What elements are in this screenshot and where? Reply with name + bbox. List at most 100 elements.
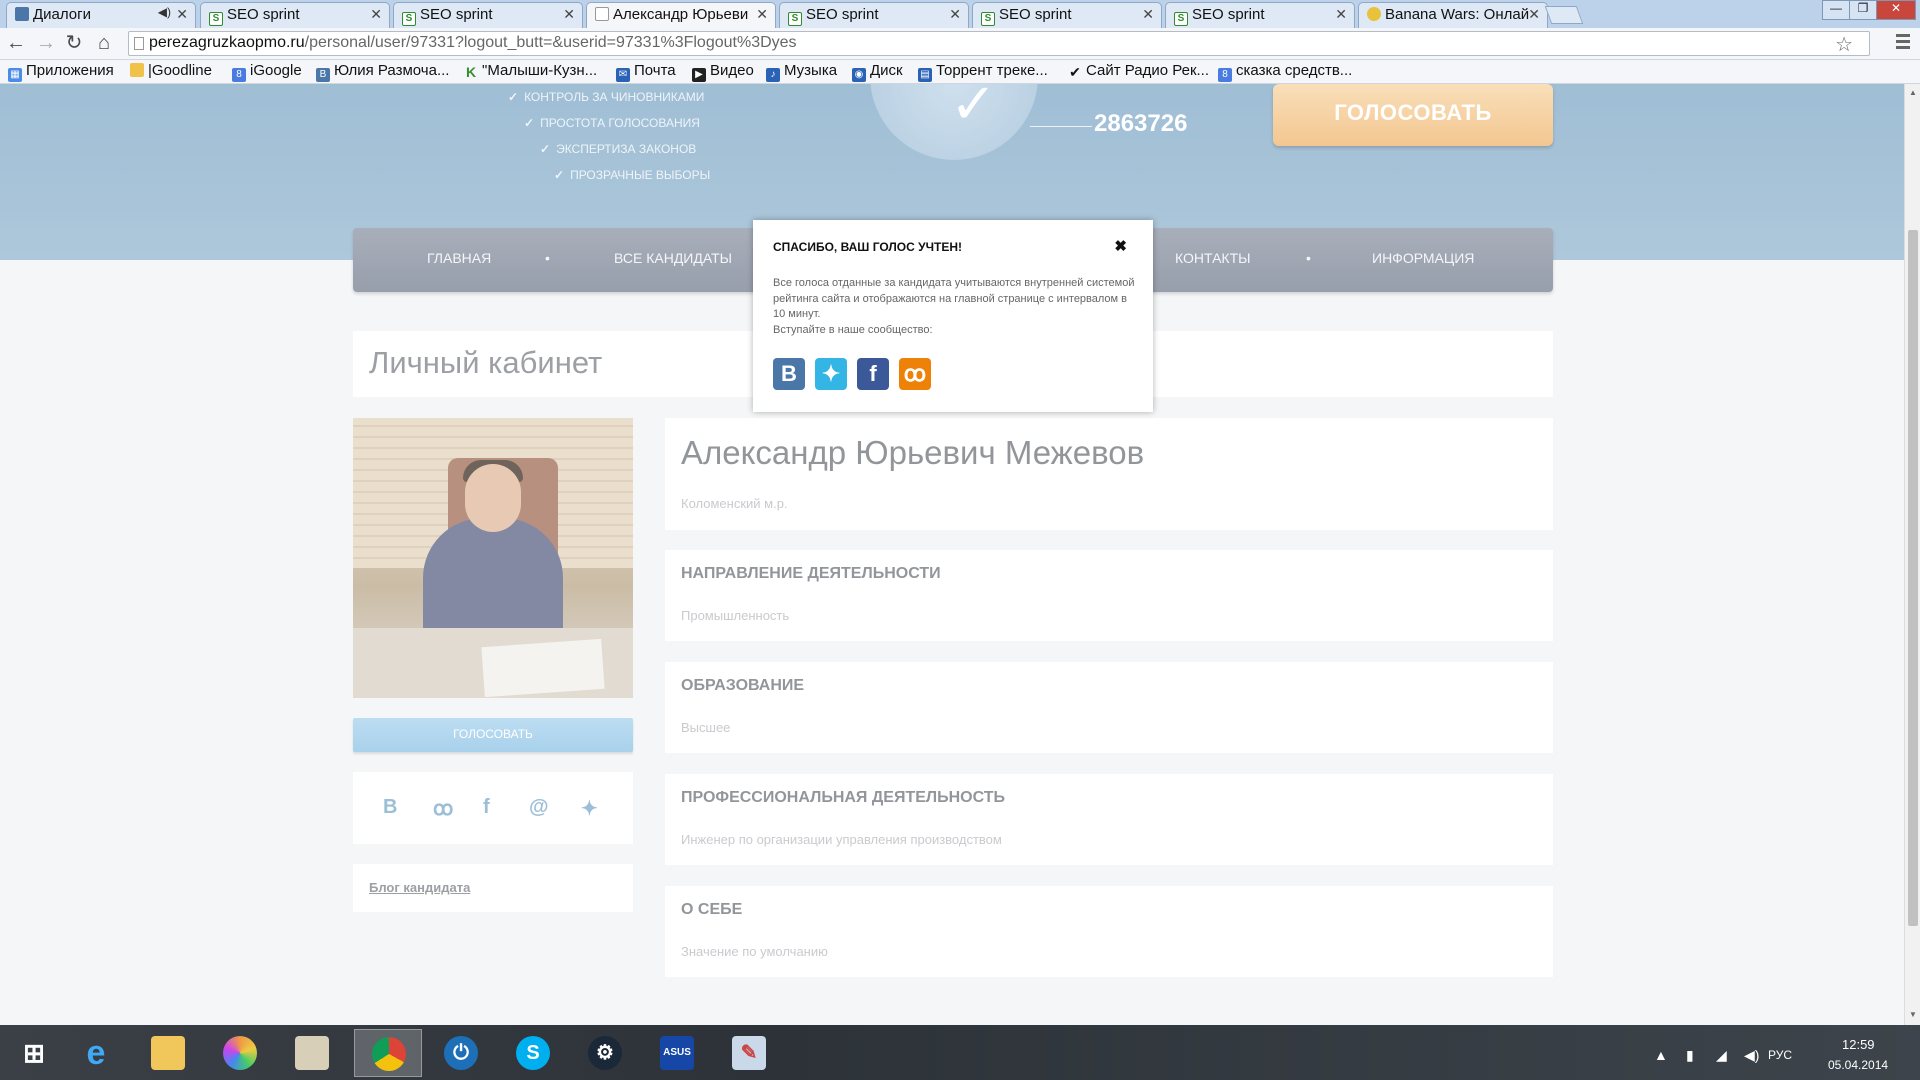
bookmark-disk[interactable]: ◉ Диск bbox=[852, 62, 903, 82]
back-icon[interactable]: ← bbox=[4, 32, 28, 56]
close-icon[interactable]: ✕ bbox=[1142, 6, 1154, 23]
taskbar-chrome[interactable] bbox=[354, 1029, 422, 1077]
nav-item-info[interactable]: ИНФОРМАЦИЯ bbox=[1372, 250, 1474, 266]
nav-item-home[interactable]: ГЛАВНАЯ bbox=[427, 250, 491, 266]
tab-seo-sprint[interactable]: S SEO sprint ✕ bbox=[393, 2, 583, 28]
bookmark-star-icon[interactable]: ☆ bbox=[1835, 32, 1853, 57]
restore-button[interactable]: ❐ bbox=[1849, 0, 1877, 20]
nav-item-contacts[interactable]: КОНТАКТЫ bbox=[1175, 250, 1251, 266]
vk-icon[interactable]: B bbox=[773, 358, 805, 390]
scroll-thumb[interactable] bbox=[1908, 230, 1918, 926]
taskbar-map-app[interactable] bbox=[278, 1029, 346, 1077]
close-icon[interactable]: ✕ bbox=[1528, 6, 1540, 23]
tab-seo-sprint[interactable]: S SEO sprint ✕ bbox=[779, 2, 969, 28]
check-icon: ✓ bbox=[508, 90, 519, 104]
taskbar-paint[interactable]: ✎ bbox=[715, 1029, 783, 1077]
facebook-icon[interactable]: f bbox=[483, 796, 490, 819]
scroll-down-icon[interactable]: ▼ bbox=[1909, 1010, 1917, 1019]
clock-time[interactable]: 12:59 bbox=[1842, 1037, 1875, 1052]
bookmark-video[interactable]: ▶ Видео bbox=[692, 62, 754, 82]
menu-icon[interactable] bbox=[1896, 34, 1910, 52]
close-icon[interactable]: ✕ bbox=[949, 6, 961, 23]
address-bar[interactable]: perezagruzkaopmo.ru/personal/user/97331?… bbox=[128, 31, 1870, 56]
mail-ru-icon[interactable]: @ bbox=[529, 796, 549, 819]
section-value: Инженер по организации управления произв… bbox=[681, 832, 1002, 847]
blog-box: Блог кандидата bbox=[353, 864, 633, 912]
start-button[interactable]: ⊞ bbox=[0, 1029, 68, 1077]
bookmark-mail[interactable]: ✉ Почта bbox=[616, 62, 676, 82]
folder-icon bbox=[151, 1036, 185, 1070]
candidate-photo bbox=[353, 418, 633, 698]
tab-seo-sprint[interactable]: S SEO sprint ✕ bbox=[972, 2, 1162, 28]
seo-sprint-icon: S bbox=[209, 12, 223, 26]
taskbar-asus[interactable]: ASUS bbox=[643, 1029, 711, 1077]
twitter-icon[interactable]: ✦ bbox=[581, 796, 598, 821]
feature-item: ✓ ПРОЗРАЧНЫЕ ВЫБОРЫ bbox=[554, 168, 711, 182]
tray-expand-icon[interactable]: ▲ bbox=[1654, 1047, 1668, 1063]
vk-icon[interactable]: B bbox=[383, 796, 397, 819]
page-icon bbox=[134, 37, 144, 50]
odnoklassniki-icon[interactable]: ꝏ bbox=[433, 796, 453, 821]
tab-banana-wars[interactable]: Banana Wars: Онлай ✕ bbox=[1358, 2, 1548, 28]
bookmark-apps[interactable]: ▦ Приложения bbox=[8, 62, 114, 82]
taskbar-steam[interactable]: ⚙ bbox=[571, 1029, 639, 1077]
reload-icon[interactable]: ↻ bbox=[62, 32, 86, 56]
taskbar-picasa[interactable] bbox=[206, 1029, 274, 1077]
disk-icon: ◉ bbox=[852, 68, 866, 82]
close-icon[interactable]: ✕ bbox=[563, 6, 575, 23]
bookmark-yulia[interactable]: B Юлия Размоча... bbox=[316, 62, 449, 82]
odnoklassniki-icon[interactable]: ꝏ bbox=[899, 358, 931, 390]
battery-icon[interactable]: ▮ bbox=[1686, 1047, 1694, 1064]
section-heading: ОБРАЗОВАНИЕ bbox=[681, 677, 805, 694]
bookmark-skazka[interactable]: 8 сказка средств... bbox=[1218, 62, 1352, 82]
bookmark-malyshi[interactable]: K "Малыши-Кузн... bbox=[464, 62, 597, 79]
seo-sprint-icon: S bbox=[1174, 12, 1188, 26]
nav-item-candidates[interactable]: ВСЕ КАНДИДАТЫ bbox=[614, 250, 732, 266]
scroll-up-icon[interactable]: ▲ bbox=[1909, 88, 1917, 97]
bookmark-goodline[interactable]: |Goodline bbox=[130, 62, 212, 79]
music-icon: ♪ bbox=[766, 68, 780, 82]
minimize-button[interactable]: — bbox=[1822, 0, 1850, 20]
google-icon: 8 bbox=[232, 68, 246, 82]
forward-icon[interactable]: → bbox=[34, 32, 58, 56]
page-scrollbar[interactable]: ▲ ▼ bbox=[1904, 84, 1920, 1025]
map-icon bbox=[295, 1036, 329, 1070]
check-icon: ✓ bbox=[950, 84, 997, 135]
candidate-name-card: Александр Юрьевич Межевов Коломенский м.… bbox=[665, 418, 1553, 530]
tab-seo-sprint[interactable]: S SEO sprint ✕ bbox=[200, 2, 390, 28]
close-icon[interactable]: ✕ bbox=[1335, 6, 1347, 23]
tab-candidate-profile[interactable]: Александр Юрьеви ✕ bbox=[586, 2, 776, 28]
volume-icon[interactable]: ◀) bbox=[1744, 1047, 1759, 1064]
picasa-icon bbox=[223, 1036, 257, 1070]
vote-button-header[interactable]: ГОЛОСОВАТЬ bbox=[1273, 84, 1553, 146]
close-icon[interactable]: ✖ bbox=[1114, 237, 1127, 255]
popup-text: Все голоса отданные за кандидата учитыва… bbox=[773, 277, 1135, 336]
bookmark-radio[interactable]: ✔ Сайт Радио Рек... bbox=[1068, 62, 1209, 79]
network-icon[interactable]: ◢ bbox=[1716, 1047, 1727, 1064]
taskbar-app[interactable]: ⏻ bbox=[427, 1029, 495, 1077]
clock-date[interactable]: 05.04.2014 bbox=[1828, 1058, 1888, 1072]
close-icon[interactable]: ✕ bbox=[370, 6, 382, 23]
page-title: Личный кабинет bbox=[369, 345, 603, 380]
twitter-icon[interactable]: ✦ bbox=[815, 358, 847, 390]
close-icon[interactable]: ✕ bbox=[756, 6, 768, 23]
taskbar-skype[interactable]: S bbox=[499, 1029, 567, 1077]
bookmark-music[interactable]: ♪ Музыка bbox=[766, 62, 837, 82]
new-tab-button[interactable] bbox=[1544, 6, 1584, 24]
apps-grid-icon: ▦ bbox=[8, 68, 22, 82]
facebook-icon[interactable]: f bbox=[857, 358, 889, 390]
vote-button[interactable]: ГОЛОСОВАТЬ bbox=[353, 718, 633, 752]
home-icon[interactable]: ⌂ bbox=[92, 32, 116, 56]
bookmark-torrent[interactable]: ▤ Торрент треке... bbox=[918, 62, 1048, 82]
nav-separator: • bbox=[545, 250, 550, 266]
tab-dialogs[interactable]: Диалоги ◀) ✕ bbox=[6, 2, 196, 28]
taskbar-ie[interactable]: e bbox=[62, 1029, 130, 1077]
bookmark-igoogle[interactable]: 8 iGoogle bbox=[232, 62, 302, 82]
blog-link[interactable]: Блог кандидата bbox=[369, 880, 470, 895]
close-window-button[interactable]: ✕ bbox=[1876, 0, 1916, 20]
language-indicator[interactable]: РУС bbox=[1768, 1048, 1792, 1062]
close-icon[interactable]: ✕ bbox=[176, 6, 188, 23]
tab-seo-sprint[interactable]: S SEO sprint ✕ bbox=[1165, 2, 1355, 28]
taskbar-explorer[interactable] bbox=[134, 1029, 202, 1077]
k-icon: K bbox=[465, 64, 477, 80]
